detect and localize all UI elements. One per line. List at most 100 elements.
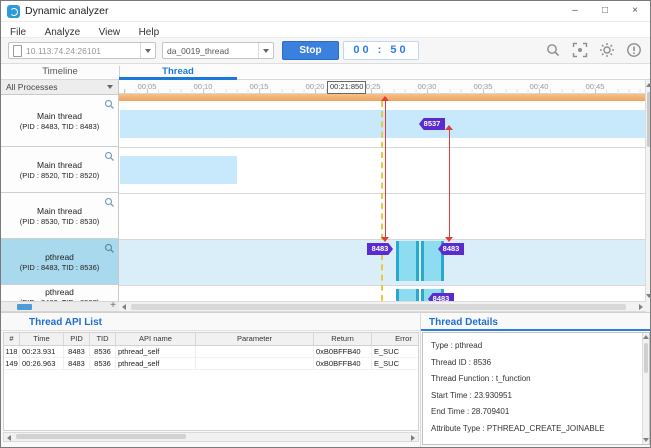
- panel-separator: [420, 312, 421, 447]
- scroll-down-icon[interactable]: [646, 294, 651, 298]
- col-pid[interactable]: PID: [64, 333, 90, 345]
- scroll-down-icon[interactable]: [643, 438, 649, 442]
- device-select[interactable]: 10.113.74.24:26101: [8, 42, 156, 59]
- table-row[interactable]: 149 00:26.963 8483 8536 pthread_self 0xB…: [4, 358, 418, 370]
- scroll-left-icon[interactable]: [122, 304, 126, 310]
- event-tag[interactable]: 8483: [438, 243, 464, 255]
- table-row[interactable]: 118 00:23.931 8483 8536 pthread_self 0xB…: [4, 346, 418, 358]
- minimize-button[interactable]: –: [560, 1, 590, 22]
- time-ruler: 00:05 00:10 00:15 00:20 00:25 00:30 00:3…: [119, 80, 646, 94]
- thread-details-underline: [421, 329, 650, 331]
- scroll-up-icon[interactable]: [643, 335, 649, 339]
- tab-timeline[interactable]: Timeline: [1, 64, 119, 80]
- magnifier-icon[interactable]: [104, 195, 115, 213]
- thread-name: Main thread: [37, 160, 82, 170]
- time-marker[interactable]: 00:21:850: [327, 81, 366, 94]
- close-button[interactable]: ×: [620, 1, 650, 22]
- col-return[interactable]: Return: [314, 333, 372, 345]
- api-table-header: # Time PID TID API name Parameter Return…: [4, 333, 418, 346]
- all-processes-select[interactable]: All Processes: [1, 80, 119, 95]
- chart-vertical-scrollbar[interactable]: [645, 80, 651, 301]
- thread-block-8536[interactable]: [396, 241, 419, 281]
- search-icon[interactable]: [545, 42, 561, 63]
- scrollbar-thumb[interactable]: [131, 304, 626, 310]
- event-tag[interactable]: 8483: [367, 243, 393, 255]
- thread-row-8520[interactable]: Main thread (PID : 8520, TID : 8520): [1, 147, 118, 193]
- col-parameter[interactable]: Parameter: [196, 333, 314, 345]
- toolbar-icons: [545, 42, 642, 63]
- api-list-divider: [1, 330, 420, 331]
- thread-bar-8520[interactable]: [120, 156, 237, 184]
- app-select[interactable]: da_0019_thread: [162, 42, 274, 59]
- magnifier-icon[interactable]: [104, 97, 115, 115]
- maximize-button[interactable]: □: [590, 1, 620, 22]
- zoom-slider-thumb[interactable]: [17, 304, 32, 310]
- col-tid[interactable]: TID: [90, 333, 116, 345]
- cell-parameter: [196, 346, 314, 357]
- event-tag[interactable]: 8483: [428, 293, 454, 301]
- thread-name: pthread: [45, 252, 74, 262]
- menu-bar: File Analyze View Help: [1, 22, 650, 38]
- thread-row-8536-selected[interactable]: pthread (PID : 8483, TID : 8536): [1, 239, 118, 285]
- thread-ids: (PID : 8483, TID : 8536): [20, 263, 99, 272]
- detail-start-time: Start Time : 23.930951: [431, 388, 637, 405]
- chart-horizontal-scrollbar[interactable]: [119, 301, 646, 312]
- chevron-down-icon: [140, 43, 155, 58]
- cell-api-name: pthread_self: [116, 346, 196, 357]
- thread-details-panel: Type : pthread Thread ID : 8536 Thread F…: [422, 332, 650, 445]
- cell-api-name: pthread_self: [116, 358, 196, 369]
- zoom-in-button[interactable]: +: [110, 300, 116, 311]
- cell-parameter: [196, 358, 314, 369]
- col-error[interactable]: Error: [372, 333, 419, 345]
- api-list-title: Thread API List: [29, 317, 102, 328]
- cell-pid: 8483: [64, 346, 90, 357]
- info-icon[interactable]: [626, 42, 642, 63]
- timeline-chart[interactable]: 00:05 00:10 00:15 00:20 00:25 00:30 00:3…: [119, 80, 646, 301]
- event-tag[interactable]: 8537: [419, 118, 445, 130]
- api-table: # Time PID TID API name Parameter Return…: [3, 332, 419, 431]
- scroll-right-icon[interactable]: [411, 435, 415, 441]
- magnifier-icon[interactable]: [104, 149, 115, 167]
- scroll-up-icon[interactable]: [646, 83, 651, 87]
- scrollbar-thumb[interactable]: [644, 343, 648, 373]
- scroll-right-icon[interactable]: [639, 304, 643, 310]
- arrow-up-icon: [381, 96, 389, 101]
- details-scrollbar[interactable]: [642, 333, 649, 444]
- thread-block-8537[interactable]: [396, 289, 419, 301]
- cell-time: 00:26.963: [20, 358, 64, 369]
- cell-return: 0xB0BFFB40: [314, 358, 372, 369]
- window-controls: – □ ×: [560, 1, 650, 22]
- thread-details-content: Type : pthread Thread ID : 8536 Thread F…: [431, 338, 637, 437]
- window-title: Dynamic analyzer: [25, 5, 108, 17]
- thread-ids: (PID : 8483, TID : 8483): [20, 122, 99, 131]
- gear-icon[interactable]: [599, 42, 615, 63]
- col-api-name[interactable]: API name: [116, 333, 196, 345]
- cell-time: 00:23.931: [20, 346, 64, 357]
- thread-details-title: Thread Details: [429, 317, 498, 328]
- all-processes-label: All Processes: [1, 82, 107, 92]
- detail-end-time: End Time : 28.709401: [431, 404, 637, 421]
- scrollbar-thumb[interactable]: [16, 434, 186, 439]
- cell-index: 149: [4, 358, 20, 369]
- detail-attribute-type: Attribute Type : PTHREAD_CREATE_JOINABLE: [431, 421, 637, 438]
- col-index[interactable]: #: [4, 333, 20, 345]
- thread-create-arrow: [385, 101, 386, 237]
- magnifier-icon[interactable]: [104, 241, 115, 259]
- col-time[interactable]: Time: [20, 333, 64, 345]
- api-table-scrollbar[interactable]: [3, 432, 419, 442]
- arrow-up-icon: [445, 125, 453, 130]
- detail-type: Type : pthread: [431, 338, 637, 355]
- thread-row-8537[interactable]: pthread (PID : 8483, TID : 8537): [1, 285, 118, 301]
- stop-button[interactable]: Stop: [282, 41, 339, 60]
- scroll-left-icon[interactable]: [7, 435, 11, 441]
- cell-tid: 8536: [90, 358, 116, 369]
- scrollbar-thumb[interactable]: [647, 92, 651, 147]
- timer-display: 00 : 50: [343, 41, 419, 60]
- detail-thread-function: Thread Function : t_function: [431, 371, 637, 388]
- cell-return: 0xB0BFFB40: [314, 346, 372, 357]
- chevron-down-icon: [258, 43, 273, 58]
- thread-row-8483[interactable]: Main thread (PID : 8483, TID : 8483): [1, 95, 118, 147]
- thread-row-8530[interactable]: Main thread (PID : 8530, TID : 8530): [1, 193, 118, 239]
- zoom-slider[interactable]: +: [1, 301, 119, 312]
- capture-icon[interactable]: [572, 42, 588, 63]
